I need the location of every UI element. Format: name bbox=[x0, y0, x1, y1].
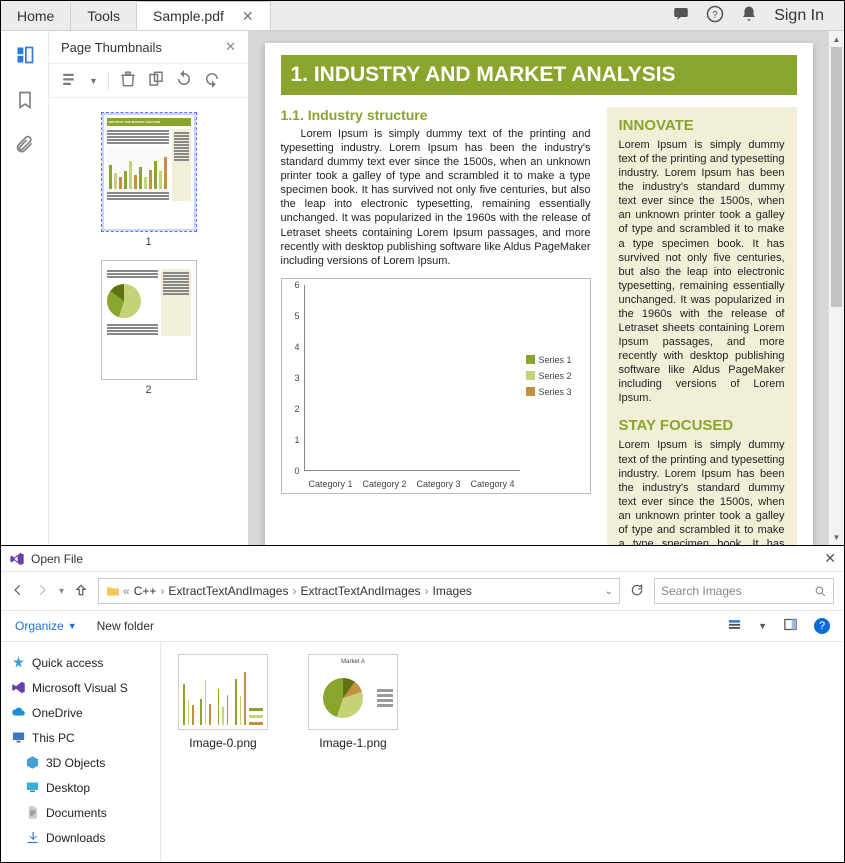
thumbnail-page-2[interactable]: 2 bbox=[101, 260, 197, 396]
sign-in-link[interactable]: Sign In bbox=[774, 7, 824, 25]
file-list: Image-0.png Market A Image-1.png bbox=[161, 642, 844, 862]
file-open-dialog: Open File ✕ ▾ « C++ › ExtractTextAndImag… bbox=[1, 546, 844, 862]
refresh-button[interactable] bbox=[630, 583, 644, 600]
tree-documents[interactable]: Documents bbox=[7, 800, 154, 825]
page-1: 1. INDUSTRY AND MARKET ANALYSIS 1.1. Ind… bbox=[265, 43, 813, 545]
breadcrumb-item[interactable]: ExtractTextAndImages bbox=[166, 584, 290, 598]
help-icon[interactable]: ? bbox=[706, 5, 724, 26]
thumbnails-toolbar: ▼ bbox=[49, 64, 248, 98]
nav-bar: ▾ « C++ › ExtractTextAndImages › Extract… bbox=[1, 572, 844, 611]
dropdown-icon[interactable]: ▼ bbox=[89, 76, 98, 86]
visual-studio-icon bbox=[9, 551, 25, 567]
file-name-label: Image-1.png bbox=[319, 736, 386, 750]
search-placeholder: Search Images bbox=[661, 584, 742, 598]
rotate-ccw-icon[interactable] bbox=[175, 70, 193, 91]
tree-onedrive[interactable]: OneDrive bbox=[7, 700, 154, 725]
thumbnails-panel: Page Thumbnails ✕ ▼ INDUSTRY AND MARKET bbox=[49, 31, 249, 545]
file-thumbnail bbox=[178, 654, 268, 730]
file-name-label: Image-0.png bbox=[189, 736, 256, 750]
up-button[interactable] bbox=[74, 583, 88, 600]
svg-text:?: ? bbox=[712, 10, 718, 21]
help-button[interactable]: ? bbox=[814, 618, 830, 634]
thumbnail-page-1-number: 1 bbox=[145, 236, 151, 248]
tree-quick-access[interactable]: Quick access bbox=[7, 650, 154, 675]
tree-visual-studio[interactable]: Microsoft Visual S bbox=[7, 675, 154, 700]
organize-menu[interactable]: Organize▼ bbox=[15, 619, 77, 633]
file-thumbnail: Market A bbox=[308, 654, 398, 730]
chat-icon[interactable] bbox=[672, 5, 690, 26]
side-para-2: Lorem Ipsum is simply dummy text of the … bbox=[619, 438, 785, 545]
view-mode-dropdown-icon[interactable]: ▼ bbox=[758, 621, 767, 631]
tree-desktop[interactable]: Desktop bbox=[7, 775, 154, 800]
close-dialog-icon[interactable]: ✕ bbox=[824, 550, 836, 567]
breadcrumb-item[interactable]: ExtractTextAndImages bbox=[298, 584, 422, 598]
navigation-tree: Quick access Microsoft Visual S OneDrive… bbox=[1, 642, 161, 862]
explorer-toolbar: Organize▼ New folder ▼ ? bbox=[1, 611, 844, 642]
new-folder-button[interactable]: New folder bbox=[97, 619, 154, 633]
thumbnail-page-2-number: 2 bbox=[145, 384, 151, 396]
preview-pane-icon[interactable] bbox=[783, 617, 798, 635]
address-bar[interactable]: « C++ › ExtractTextAndImages › ExtractTe… bbox=[98, 578, 620, 604]
thumbnails-title: Page Thumbnails bbox=[61, 40, 162, 55]
body-paragraph: Lorem Ipsum is simply dummy text of the … bbox=[281, 127, 591, 268]
document-viewer[interactable]: 1. INDUSTRY AND MARKET ANALYSIS 1.1. Ind… bbox=[249, 31, 844, 545]
close-panel-icon[interactable]: ✕ bbox=[225, 39, 236, 55]
section-title: 1.1. Industry structure bbox=[281, 107, 591, 123]
vertical-scrollbar[interactable]: ▲ ▼ bbox=[828, 31, 844, 545]
left-rail bbox=[1, 31, 49, 545]
options-icon[interactable] bbox=[61, 70, 79, 91]
rotate-page-icon[interactable] bbox=[147, 70, 165, 91]
dialog-title: Open File bbox=[31, 552, 83, 566]
address-dropdown-icon[interactable]: ⌄ bbox=[605, 586, 613, 597]
doc-banner: 1. INDUSTRY AND MARKET ANALYSIS bbox=[281, 55, 797, 95]
file-item[interactable]: Image-0.png bbox=[173, 654, 273, 750]
dialog-titlebar: Open File ✕ bbox=[1, 546, 844, 572]
rotate-cw-icon[interactable] bbox=[203, 70, 221, 91]
file-item[interactable]: Market A Image-1.png bbox=[303, 654, 403, 750]
side-para-1: Lorem Ipsum is simply dummy text of the … bbox=[619, 138, 785, 405]
tab-document-label: Sample.pdf bbox=[153, 8, 224, 24]
tree-this-pc[interactable]: This PC bbox=[7, 725, 154, 750]
folder-icon bbox=[105, 583, 121, 599]
tab-bar: Home Tools Sample.pdf ✕ ? Sign In bbox=[1, 1, 844, 31]
tab-home[interactable]: Home bbox=[1, 1, 71, 30]
tab-tools[interactable]: Tools bbox=[71, 1, 137, 30]
breadcrumb-item[interactable]: Images bbox=[431, 584, 474, 598]
bell-icon[interactable] bbox=[740, 5, 758, 26]
delete-icon[interactable] bbox=[119, 70, 137, 91]
forward-button[interactable] bbox=[35, 583, 49, 600]
thumbnails-icon[interactable] bbox=[15, 45, 35, 68]
tree-3d-objects[interactable]: 3D Objects bbox=[7, 750, 154, 775]
side-heading-innovate: INNOVATE bbox=[619, 117, 785, 134]
tab-document[interactable]: Sample.pdf ✕ bbox=[137, 1, 271, 30]
pdf-reader-window: Home Tools Sample.pdf ✕ ? Sign In Pag bbox=[1, 1, 844, 546]
back-button[interactable] bbox=[11, 583, 25, 600]
search-input[interactable]: Search Images bbox=[654, 578, 834, 604]
bookmark-icon[interactable] bbox=[15, 90, 35, 113]
attachment-icon[interactable] bbox=[15, 135, 35, 158]
thumbnail-page-1[interactable]: INDUSTRY AND MARKET ANALYSIS bbox=[101, 112, 197, 248]
close-tab-icon[interactable]: ✕ bbox=[242, 8, 254, 25]
tree-downloads[interactable]: Downloads bbox=[7, 825, 154, 850]
breadcrumb-item[interactable]: C++ bbox=[132, 584, 159, 598]
search-icon bbox=[814, 585, 827, 598]
recent-dropdown-icon[interactable]: ▾ bbox=[59, 586, 64, 597]
side-heading-stay-focused: STAY FOCUSED bbox=[619, 417, 785, 434]
bar-chart: 0123456 Category 1Category 2Category 3Ca… bbox=[281, 278, 591, 494]
view-mode-icon[interactable] bbox=[727, 617, 742, 635]
